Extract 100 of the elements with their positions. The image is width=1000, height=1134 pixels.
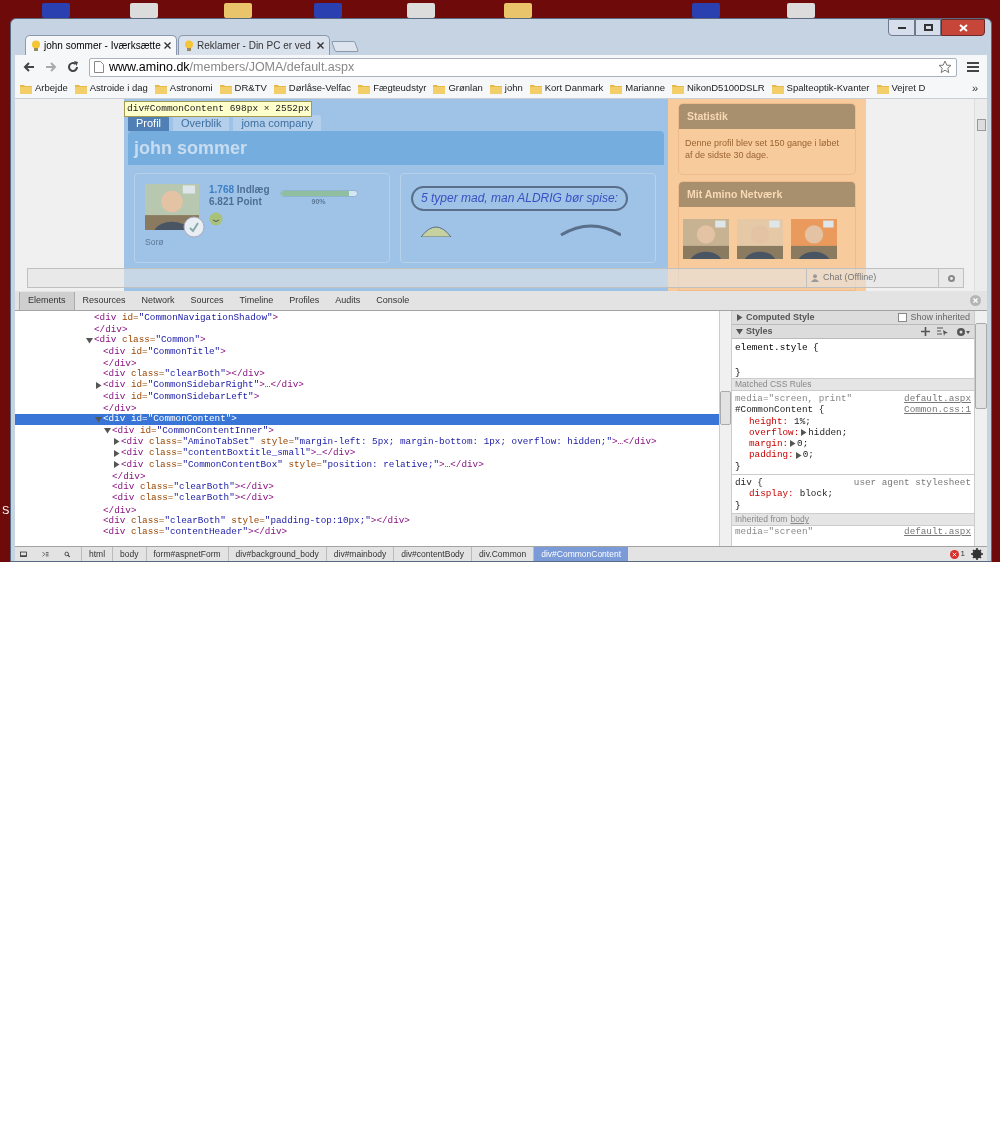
dom-line[interactable]: <div class="clearBoth"></div>	[112, 491, 274, 506]
bookmark-folder[interactable]: Dørlåse-Velfac	[273, 81, 352, 96]
minimize-button[interactable]	[888, 19, 915, 36]
dom-line[interactable]: <div id="CommonNavigationShadow">	[94, 311, 279, 325]
bookmark-folder[interactable]: Astronomi	[154, 81, 213, 96]
expand-triangle-icon[interactable]	[104, 427, 111, 435]
dom-line[interactable]: </div>	[103, 402, 137, 414]
desktop-icon[interactable]	[405, 3, 437, 18]
close-button[interactable]	[941, 19, 985, 36]
expand-triangle-icon[interactable]	[736, 314, 743, 321]
css-property[interactable]: height:	[749, 415, 789, 427]
devtools-tab[interactable]: Audits	[327, 291, 369, 310]
section-title[interactable]: Styles	[746, 324, 773, 339]
desktop-icon[interactable]	[785, 3, 817, 18]
dom-line[interactable]: </div>	[103, 357, 137, 369]
dom-line[interactable]: </div>	[94, 323, 128, 335]
bookmark-folder[interactable]: NikonD5100DSLR	[671, 81, 765, 96]
bookmark-folder[interactable]: Arbejde	[20, 81, 68, 96]
style-rule-line: element.style {	[735, 342, 820, 354]
devtools-tab[interactable]: Resources	[74, 291, 134, 310]
element-state-icon[interactable]	[937, 327, 949, 336]
browser-tab[interactable]: Reklamer - Din PC er ved	[178, 35, 330, 55]
bookmark-folder[interactable]: john	[489, 81, 523, 96]
devtools-tab[interactable]: Profiles	[281, 291, 328, 310]
css-value[interactable]: 0;	[802, 449, 814, 461]
folder-icon	[671, 83, 684, 94]
media-query: media="screen, print"	[735, 393, 853, 405]
desktop-icon[interactable]	[502, 3, 534, 18]
bookmark-folder[interactable]: Astroide i dag	[74, 81, 148, 96]
dom-line[interactable]: </div>	[112, 470, 146, 482]
settings-icon[interactable]	[971, 548, 983, 560]
expand-triangle-icon[interactable]	[113, 449, 120, 457]
source-link[interactable]: Common.css:1	[904, 404, 971, 416]
bookmark-folder[interactable]: DR&TV	[219, 81, 267, 96]
menu-icon[interactable]	[967, 62, 979, 72]
devtools-tab[interactable]: Console	[368, 291, 418, 310]
css-property[interactable]: overflow:	[749, 426, 800, 439]
settings-icon[interactable]	[956, 326, 970, 337]
maximize-button[interactable]	[915, 19, 941, 36]
expand-triangle-icon[interactable]	[86, 336, 93, 344]
bookmark-folder[interactable]: Marianne	[610, 81, 665, 96]
back-icon[interactable]	[23, 61, 35, 73]
breadcrumb[interactable]: html	[81, 547, 113, 561]
bookmark-folder[interactable]: Vejret D	[876, 81, 926, 96]
checkbox[interactable]	[898, 313, 908, 322]
section-title[interactable]: Computed Style	[746, 311, 815, 325]
breadcrumb[interactable]: body	[112, 547, 146, 561]
devtools-tab[interactable]: Elements	[19, 291, 75, 310]
expand-triangle-icon[interactable]	[95, 381, 102, 389]
dom-line[interactable]: <div class="clearBoth" style="padding-top:10px;"></div>	[103, 514, 410, 528]
reload-icon[interactable]	[67, 61, 79, 73]
css-property[interactable]: padding:	[749, 449, 794, 461]
expand-triangle-icon[interactable]	[800, 429, 808, 437]
dom-scrollbar[interactable]	[719, 311, 732, 546]
desktop-label: S	[2, 503, 10, 518]
css-property[interactable]: margin:	[749, 438, 789, 450]
folder-icon	[876, 83, 889, 94]
lightbulb-icon	[31, 39, 41, 52]
css-value[interactable]: hidden;	[808, 426, 848, 439]
chat-button[interactable]: Chat (Offline)	[806, 269, 938, 287]
inspect-tooltip: div#CommonContent 698px × 2552px	[124, 101, 313, 118]
breadcrumb[interactable]: div#background_body	[227, 547, 326, 561]
css-property[interactable]: display:	[749, 488, 794, 500]
add-icon[interactable]	[921, 327, 930, 336]
network-title: Mit Amino Netværk	[679, 182, 855, 207]
breadcrumb[interactable]: div#contentBody	[393, 547, 472, 561]
bookmark-folder[interactable]: Fægteudstyr	[358, 81, 427, 96]
devtools-tab[interactable]: Sources	[182, 291, 232, 310]
source-link[interactable]: default.aspx	[904, 525, 971, 546]
source-link[interactable]: default.aspx	[904, 393, 971, 405]
devtools-tab[interactable]: Network	[133, 291, 183, 310]
expand-triangle-icon[interactable]	[794, 451, 802, 459]
expand-triangle-icon[interactable]	[789, 440, 797, 448]
expand-triangle-icon[interactable]	[113, 438, 120, 446]
dom-line[interactable]: </div>	[103, 504, 137, 516]
expand-triangle-icon[interactable]	[736, 328, 743, 335]
more-bookmarks-button[interactable]: »	[971, 80, 982, 97]
dom-line[interactable]: <div class="contentHeader"></div>	[103, 525, 288, 540]
desktop-icon[interactable]	[222, 3, 254, 18]
css-value[interactable]: 0;	[797, 438, 809, 450]
page-scrollbar[interactable]	[974, 99, 987, 291]
close-icon[interactable]	[164, 42, 171, 49]
css-value[interactable]: block;	[799, 488, 834, 500]
desktop-icon[interactable]	[128, 3, 160, 18]
smiley-icon	[209, 212, 223, 226]
bookmark-folder[interactable]: Grønlan	[433, 81, 483, 96]
style-rule-line: }	[735, 499, 742, 511]
close-icon[interactable]	[317, 42, 324, 49]
error-counter[interactable]: 1	[949, 548, 971, 560]
expand-triangle-icon[interactable]	[113, 461, 120, 468]
breadcrumb[interactable]: form#aspnetForm	[145, 547, 228, 561]
bookmark-folder[interactable]: Spalteoptik-Kvanter	[771, 81, 870, 96]
breadcrumb[interactable]: div#mainbody	[325, 547, 394, 561]
devtools-tab[interactable]: Timeline	[231, 291, 282, 310]
styles-scrollbar[interactable]	[974, 311, 987, 546]
browser-tab[interactable]: john sommer - Iværksætte	[25, 35, 177, 55]
address-bar[interactable]: www.amino.dk/members/JOMA/default.aspx	[89, 57, 957, 77]
bookmark-folder[interactable]: Kort Danmark	[529, 81, 604, 96]
css-value[interactable]: 1%;	[794, 415, 811, 427]
star-icon[interactable]	[938, 60, 952, 74]
